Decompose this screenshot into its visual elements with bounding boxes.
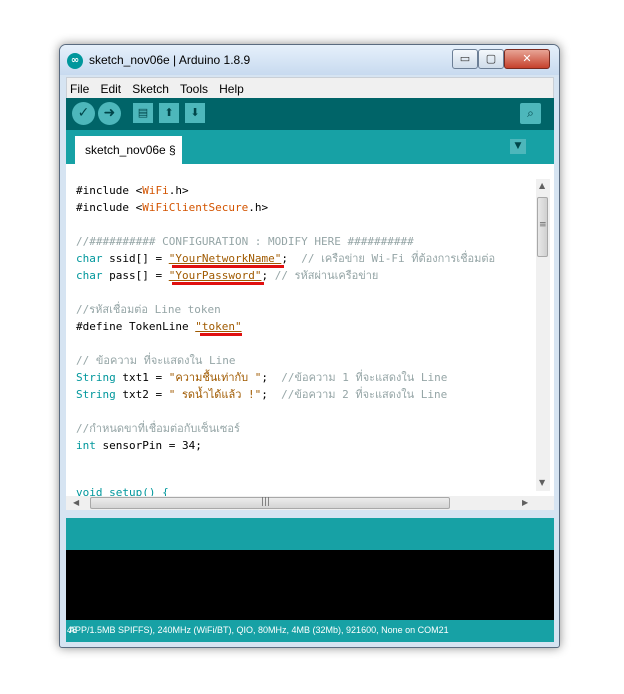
- scroll-down-icon[interactable]: ▼: [539, 478, 545, 487]
- grip-icon: |||: [261, 497, 271, 507]
- scroll-up-icon[interactable]: ▲: [539, 181, 545, 190]
- grip-icon: ≡: [539, 220, 547, 230]
- menu-bar: File Edit Sketch Tools Help: [66, 77, 554, 99]
- open-sketch-icon[interactable]: ⬆: [159, 103, 179, 123]
- window-title: sketch_nov06e | Arduino 1.8.9: [89, 53, 251, 67]
- red-underline: [172, 265, 284, 268]
- code-editor[interactable]: #include <WiFi.h> #include <WiFiClientSe…: [66, 164, 554, 496]
- tab-bar: sketch_nov06e § ▼: [66, 130, 554, 164]
- minimize-button[interactable]: ▭: [452, 49, 478, 69]
- close-button[interactable]: ✕: [504, 49, 550, 69]
- upload-icon[interactable]: ➜: [98, 102, 121, 125]
- red-underline: [172, 282, 264, 285]
- menu-sketch[interactable]: Sketch: [132, 79, 169, 99]
- tab-menu-icon[interactable]: ▼: [510, 139, 526, 154]
- vertical-scrollbar[interactable]: ▲ ≡ ▼: [536, 179, 550, 491]
- toolbar: ✓ ➜ ▤ ⬆ ⬇ ⌕: [66, 98, 554, 130]
- code-line: char ssid[] = "YourNetworkName"; // เครื…: [76, 252, 496, 265]
- horizontal-scroll-thumb[interactable]: |||: [90, 497, 450, 509]
- code-line: String txt2 = " รดน้ำได้แล้ว !"; //ข้อคว…: [76, 388, 448, 401]
- menu-edit[interactable]: Edit: [100, 79, 121, 99]
- tab-sketch[interactable]: sketch_nov06e §: [75, 136, 182, 164]
- scroll-right-icon[interactable]: ▶: [522, 498, 528, 507]
- menu-tools[interactable]: Tools: [180, 79, 208, 99]
- menu-help[interactable]: Help: [219, 79, 244, 99]
- code-line: //รหัสเชื่อมต่อ Line token: [76, 303, 221, 316]
- code-line: #include <WiFiClientSecure.h>: [76, 201, 269, 214]
- new-sketch-icon[interactable]: ▤: [133, 103, 153, 123]
- maximize-button[interactable]: ▢: [478, 49, 504, 69]
- verify-icon[interactable]: ✓: [72, 102, 95, 125]
- red-underline: [200, 333, 242, 336]
- code-line: int sensorPin = 34;: [76, 439, 202, 452]
- title-bar[interactable]: ∞ sketch_nov06e | Arduino 1.8.9 ▭ ▢ ✕: [60, 45, 559, 75]
- message-area: [66, 518, 554, 550]
- console-output[interactable]: [66, 550, 554, 620]
- serial-monitor-icon[interactable]: ⌕: [520, 103, 541, 124]
- code-line: char pass[] = "YourPassword"; // รหัสผ่า…: [76, 269, 379, 282]
- menu-file[interactable]: File: [70, 79, 89, 99]
- code-line: String txt1 = "ความชื้นเท่ากับ "; //ข้อค…: [76, 371, 448, 384]
- arduino-logo-icon: ∞: [67, 53, 83, 69]
- vertical-scroll-thumb[interactable]: ≡: [537, 197, 548, 257]
- board-info: APP/1.5MB SPIFFS), 240MHz (WiFi/BT), QIO…: [69, 625, 449, 635]
- code-line: #define TokenLine "token": [76, 320, 242, 333]
- code-line: // ข้อความ ที่จะแสดงใน Line: [76, 354, 236, 367]
- code-line: #include <WiFi.h>: [76, 184, 189, 197]
- save-sketch-icon[interactable]: ⬇: [185, 103, 205, 123]
- arduino-ide-window: ∞ sketch_nov06e | Arduino 1.8.9 ▭ ▢ ✕ Fi…: [59, 44, 560, 648]
- status-bar: 48 APP/1.5MB SPIFFS), 240MHz (WiFi/BT), …: [66, 620, 554, 642]
- scroll-left-icon[interactable]: ◀: [73, 498, 79, 507]
- code-line: void setup() {: [76, 486, 169, 496]
- code-line: //กำหนดขาที่เชื่อมต่อกับเซ็นเซอร์: [76, 422, 240, 435]
- code-line: //########## CONFIGURATION : MODIFY HERE…: [76, 235, 414, 248]
- horizontal-scrollbar[interactable]: ◀ ||| ▶: [66, 496, 554, 510]
